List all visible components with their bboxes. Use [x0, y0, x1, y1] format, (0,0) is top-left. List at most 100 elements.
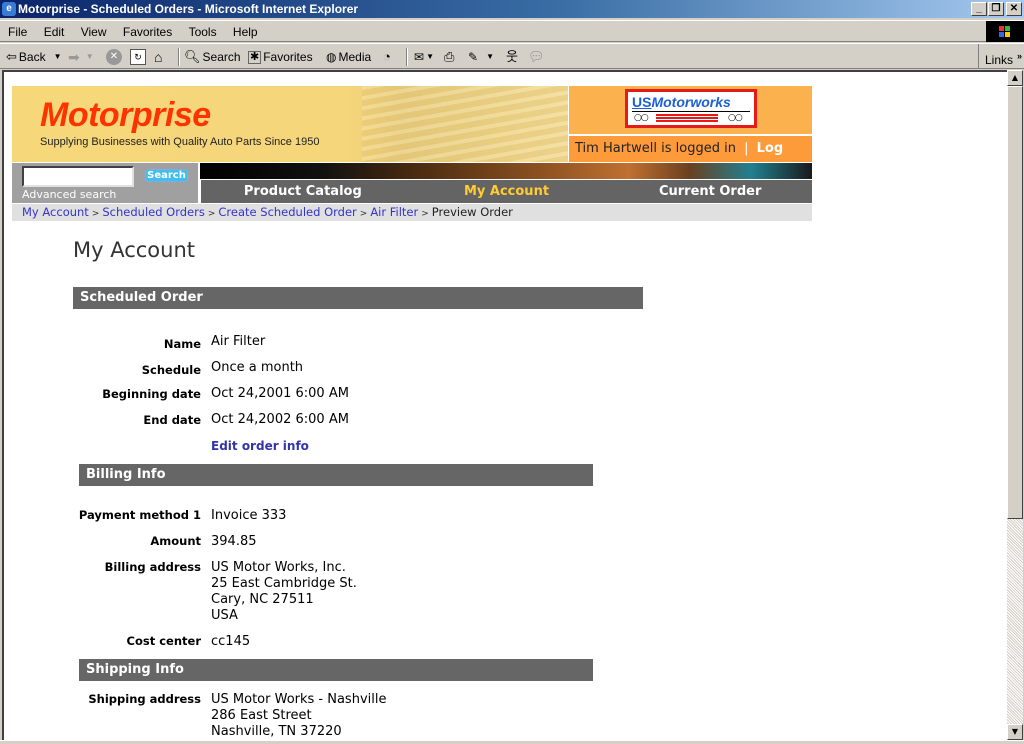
mail-dropdown-icon[interactable]: ▼ — [426, 48, 434, 66]
menu-tools[interactable]: Tools — [184, 21, 222, 43]
menu-favorites[interactable]: Favorites — [118, 21, 177, 43]
chevron-right-icon[interactable]: » — [1017, 51, 1022, 61]
field-value-name: Air Filter — [211, 334, 266, 349]
menu-view[interactable]: View — [76, 21, 112, 43]
site-header: Motorprise Supplying Businesses with Qua… — [12, 86, 812, 181]
menu-file[interactable]: File — [3, 21, 32, 43]
field-value-cost-center: cc145 — [211, 634, 251, 649]
breadcrumb-create-scheduled-order[interactable]: Create Scheduled Order — [218, 205, 356, 219]
edit-dropdown-icon[interactable]: ▼ — [486, 48, 494, 66]
messenger-button[interactable]: 웃 — [506, 48, 518, 66]
site-search: Search Advanced search — [12, 163, 198, 203]
breadcrumb-air-filter[interactable]: Air Filter — [370, 205, 418, 219]
field-label-shipping-address: Shipping address — [88, 692, 201, 706]
nav-product-catalog[interactable]: Product Catalog — [201, 180, 405, 203]
billing-address-line: US Motor Works, Inc. — [211, 560, 346, 575]
page-title: My Account — [73, 238, 196, 262]
home-button[interactable]: ⌂ — [154, 48, 162, 66]
mail-icon: ✉ — [414, 50, 425, 64]
nav-my-account[interactable]: My Account — [405, 180, 609, 203]
messenger-icon: 웃 — [506, 49, 518, 64]
restore-button[interactable]: ❐ — [988, 2, 1004, 16]
breadcrumb: My Account > Scheduled Orders > Create Sched… — [12, 204, 812, 221]
site-tagline: Supplying Businesses with Quality Auto P… — [40, 136, 320, 148]
search-toolbar-button[interactable]: 🔍︎ Search — [184, 48, 241, 66]
close-button[interactable]: ✕ — [1006, 2, 1022, 16]
favorites-folder-icon: ✱ — [248, 50, 262, 64]
forward-dropdown-icon[interactable]: ▼ — [86, 48, 94, 66]
stop-button[interactable]: ✕ — [106, 48, 122, 66]
partner-logo-name: Motorworks — [651, 94, 731, 110]
advanced-search-link[interactable]: Advanced search — [22, 188, 116, 201]
windows-logo-icon — [986, 21, 1024, 42]
vertical-scrollbar[interactable]: ▲ ▼ — [1007, 70, 1023, 740]
print-icon: ⎙ — [444, 49, 455, 64]
shipping-address: US Motor Works - Nashville 286 East Stre… — [211, 692, 386, 740]
search-magnifier-icon: 🔍︎ — [184, 49, 201, 64]
media-toolbar-button[interactable]: ◍ Media — [326, 48, 371, 66]
ie-icon: e — [2, 2, 16, 16]
field-label-end-date: End date — [143, 413, 201, 427]
field-label-amount: Amount — [150, 534, 201, 548]
browser-toolbar: ⇦ Back ▼ ➡ ▼ ✕ ↻ ⌂ 🔍︎ Search ✱ Favorites… — [0, 43, 1024, 69]
edit-order-info-link[interactable]: Edit order info — [211, 439, 309, 453]
discuss-button[interactable]: 💬︎ — [528, 48, 545, 66]
status-bar — [0, 740, 1024, 744]
window-titlebar: e Motorprise - Scheduled Orders - Micros… — [0, 0, 1024, 18]
billing-address-line: Cary, NC 27511 — [211, 592, 314, 607]
history-icon: ◔ — [383, 49, 391, 64]
favorites-toolbar-button[interactable]: ✱ Favorites — [248, 48, 313, 66]
login-separator: | — [744, 141, 749, 156]
site-search-input[interactable] — [22, 166, 134, 187]
edit-button[interactable]: ✎ ▼ — [468, 48, 494, 66]
menu-edit[interactable]: Edit — [39, 21, 70, 43]
menubar: File Edit View Favorites Tools Help — [0, 20, 1024, 42]
car-banner-image — [362, 86, 568, 162]
history-button[interactable]: ◔ — [383, 48, 391, 66]
field-label-schedule: Schedule — [141, 363, 201, 377]
window-title: Motorprise - Scheduled Orders - Microsof… — [18, 2, 359, 16]
main-nav: Product Catalog My Account Current Order — [200, 180, 812, 203]
nav-current-order[interactable]: Current Order — [608, 180, 812, 203]
menu-help[interactable]: Help — [228, 21, 263, 43]
discuss-icon: 💬︎ — [528, 49, 545, 64]
site-search-button[interactable]: Search — [145, 169, 188, 182]
mail-button[interactable]: ✉ ▼ — [414, 48, 434, 66]
logged-in-text: Tim Hartwell is logged in — [575, 141, 736, 156]
field-value-beginning-date: Oct 24,2001 6:00 AM — [211, 386, 349, 401]
media-label: Media — [338, 50, 372, 64]
scroll-down-button[interactable]: ▼ — [1007, 724, 1023, 740]
edit-icon: ✎ — [468, 50, 479, 64]
refresh-button[interactable]: ↻ — [130, 48, 146, 66]
field-value-schedule: Once a month — [211, 360, 304, 375]
forward-arrow-icon: ➡ — [68, 49, 80, 65]
us-motorworks-logo: USMotorworks ○○ ○○ — [625, 89, 757, 128]
billing-address-line: USA — [211, 608, 238, 623]
wheel-icon: ○○ — [728, 113, 743, 123]
stop-icon: ✕ — [106, 49, 122, 65]
back-dropdown-icon[interactable]: ▼ — [54, 48, 62, 66]
shipping-address-line: Nashville, TN 37220 — [211, 724, 342, 739]
back-button[interactable]: ⇦ Back ▼ — [6, 48, 62, 66]
back-arrow-icon: ⇦ — [6, 49, 17, 64]
site-logo[interactable]: Motorprise — [40, 96, 211, 135]
links-toolbar[interactable]: Links» — [978, 44, 1024, 69]
print-button[interactable]: ⎙ — [444, 48, 454, 66]
field-value-amount: 394.85 — [211, 534, 257, 549]
scroll-up-button[interactable]: ▲ — [1007, 70, 1023, 86]
field-value-end-date: Oct 24,2002 6:00 AM — [211, 412, 349, 427]
partner-logo-us: US — [632, 94, 652, 110]
home-icon: ⌂ — [154, 49, 163, 65]
field-value-payment-method: Invoice 333 — [211, 508, 287, 523]
minimize-button[interactable]: _ — [971, 2, 987, 16]
partner-panel: USMotorworks ○○ ○○ — [568, 86, 812, 134]
forward-button[interactable]: ➡ ▼ — [68, 48, 94, 66]
scrollbar-thumb[interactable] — [1007, 86, 1023, 519]
breadcrumb-my-account[interactable]: My Account — [22, 205, 89, 219]
breadcrumb-scheduled-orders[interactable]: Scheduled Orders — [102, 205, 204, 219]
links-label: Links — [985, 53, 1014, 67]
field-label-payment-method: Payment method 1 — [78, 508, 201, 522]
section-header-shipping-info: Shipping Info — [79, 659, 593, 681]
section-header-scheduled-order: Scheduled Order — [73, 287, 643, 309]
browser-viewport: Motorprise Supplying Businesses with Qua… — [2, 70, 1007, 740]
